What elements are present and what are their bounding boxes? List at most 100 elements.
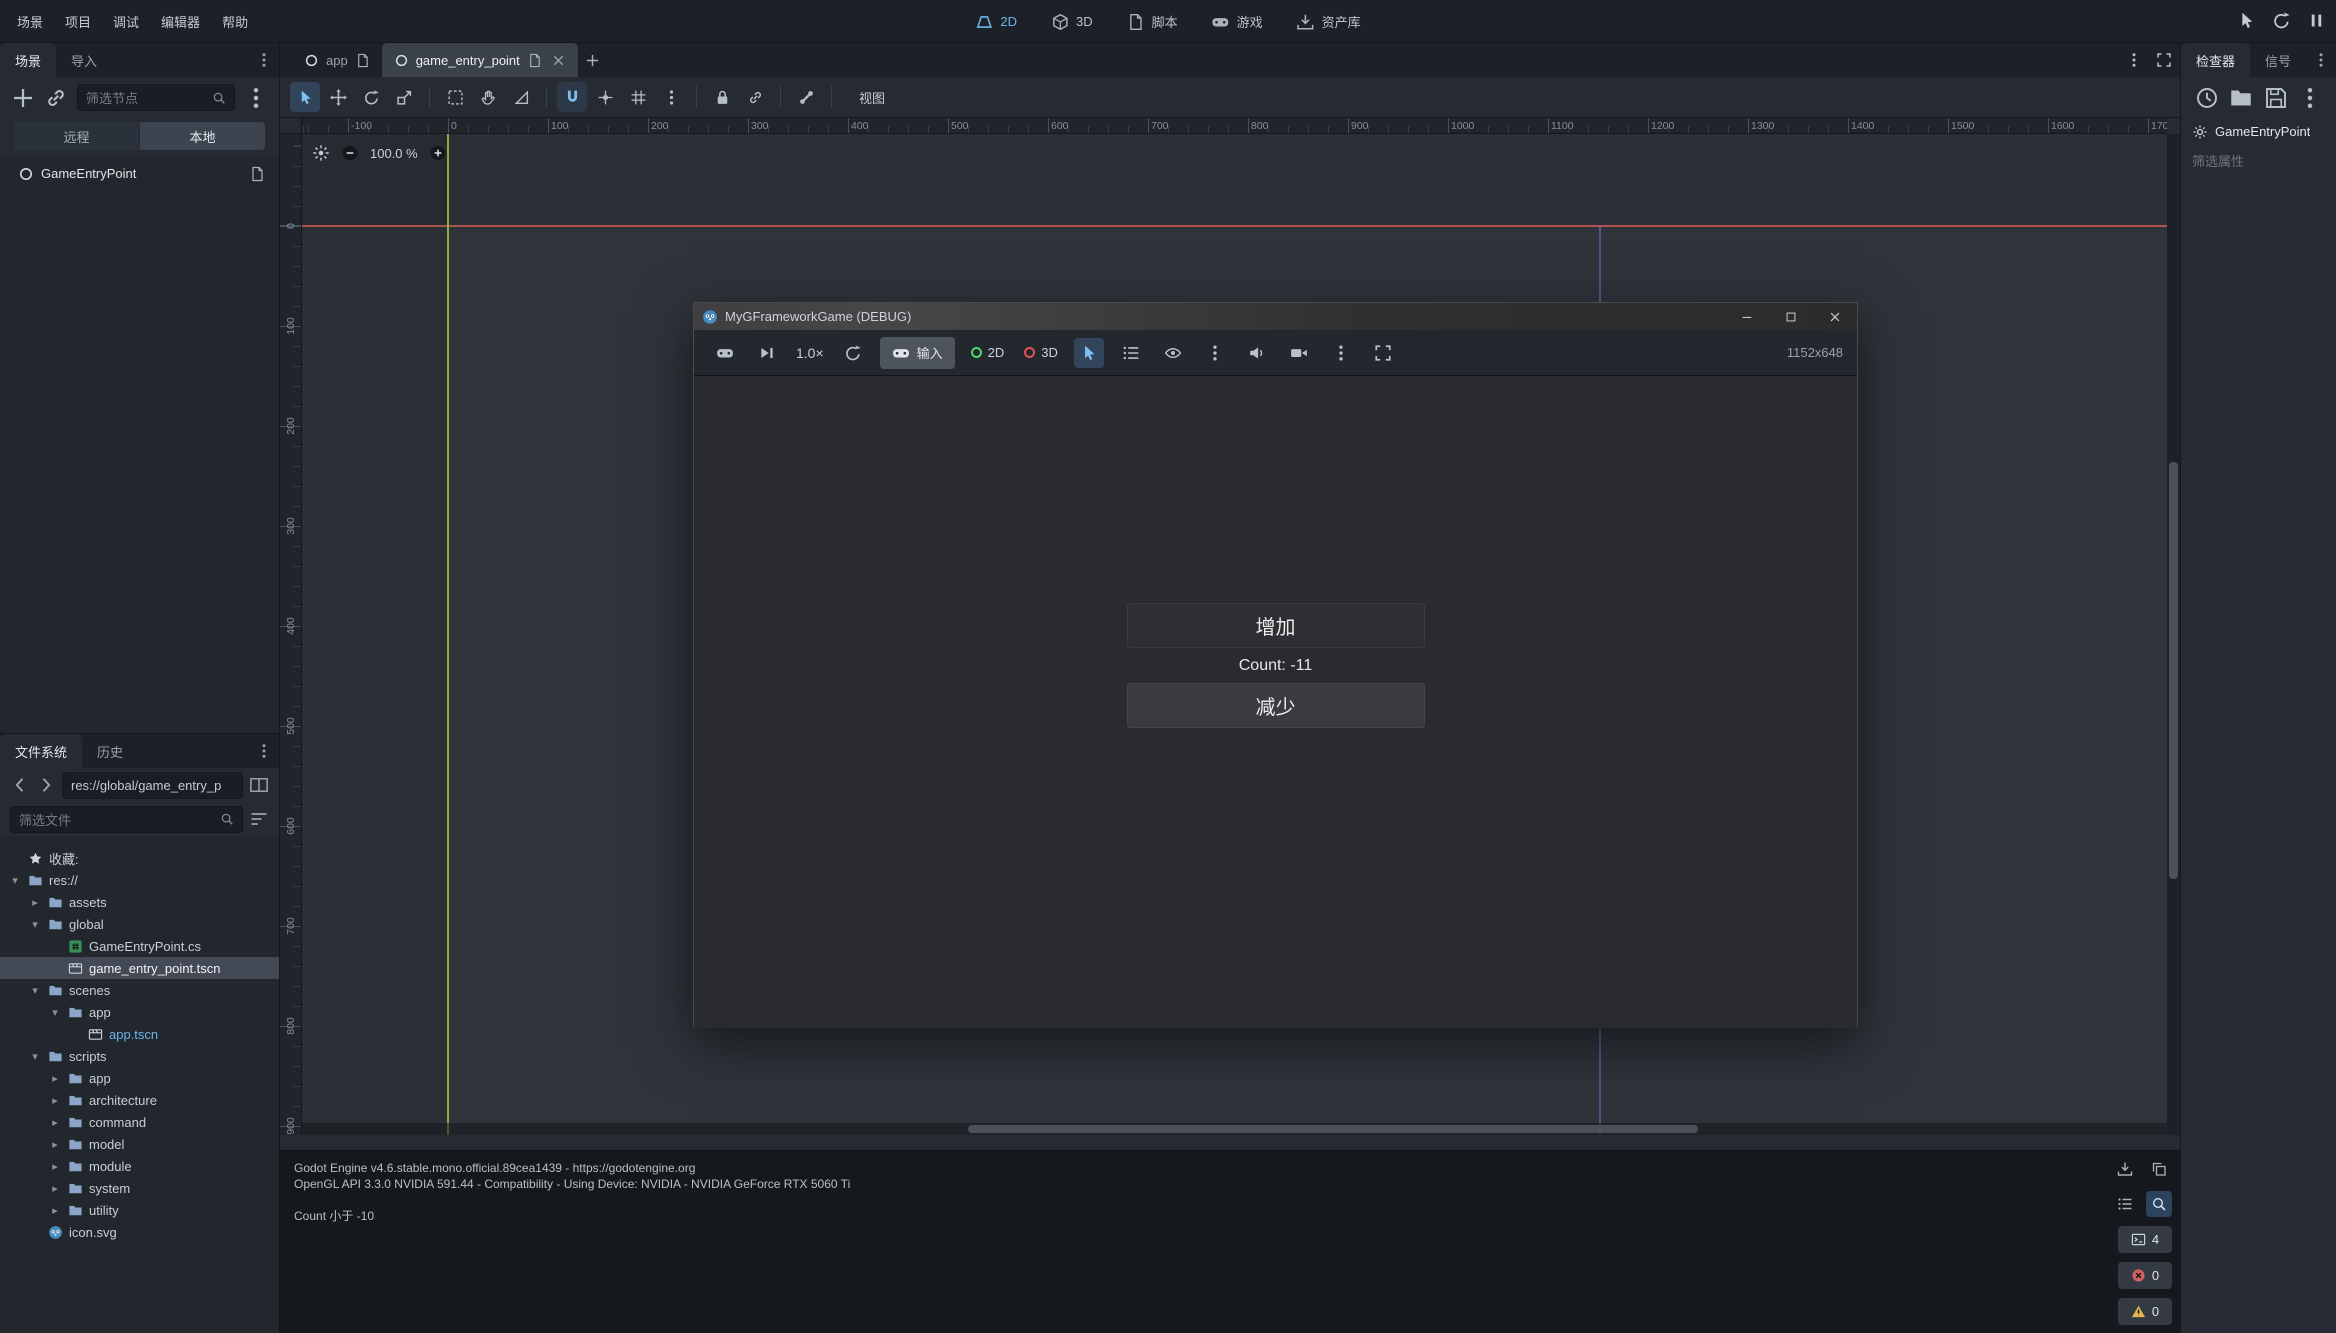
copy-log-button[interactable] — [2146, 1156, 2172, 1182]
snap-toggle[interactable] — [557, 82, 587, 112]
vertical-scrollbar[interactable] — [2167, 134, 2180, 1135]
tab-filesystem[interactable]: 文件系统 — [0, 734, 82, 768]
local-tab[interactable]: 本地 — [140, 122, 265, 150]
minimize-button[interactable] — [1725, 303, 1769, 330]
workspace-game[interactable]: 游戏 — [1199, 7, 1276, 36]
rotate-tool[interactable] — [356, 82, 386, 112]
move-tool[interactable] — [323, 82, 353, 112]
menu-help[interactable]: 帮助 — [211, 0, 259, 43]
workspace-3d[interactable]: 3D — [1038, 8, 1106, 36]
expand-arrow-icon[interactable]: ▸ — [48, 1160, 62, 1173]
hscroll-thumb[interactable] — [968, 1125, 1698, 1133]
current-path-input[interactable]: res://global/game_entry_p — [62, 772, 243, 799]
snap-options[interactable] — [656, 82, 686, 112]
fs-item-gameentrypoint-cs[interactable]: GameEntryPoint.cs — [0, 935, 279, 957]
tab-import[interactable]: 导入 — [56, 43, 112, 77]
save-resource-icon[interactable] — [2264, 86, 2288, 110]
fs-item-system[interactable]: ▸system — [0, 1177, 279, 1199]
new-scene-tab-button[interactable] — [578, 43, 608, 77]
workspace-script[interactable]: 脚本 — [1114, 7, 1191, 36]
game-window-titlebar[interactable]: MyGFrameworkGame (DEBUG) — [694, 303, 1857, 330]
split-view-icon[interactable] — [249, 775, 269, 795]
tab-game-entry-point[interactable]: game_entry_point — [382, 43, 578, 77]
game-window[interactable]: MyGFrameworkGame (DEBUG) 1.0×输入2D3D 1152… — [693, 302, 1858, 1027]
tab-history[interactable]: 历史 — [82, 734, 138, 768]
game-focus-button[interactable] — [2237, 11, 2256, 33]
inspected-node-row[interactable]: GameEntryPoint — [2181, 118, 2336, 145]
executions-badge[interactable]: 4 — [2118, 1226, 2172, 1253]
horizontal-scrollbar[interactable] — [302, 1123, 2167, 1135]
remote-tab[interactable]: 远程 — [14, 122, 139, 150]
fs-item-app[interactable]: ▸app — [0, 1067, 279, 1089]
menu-editor[interactable]: 编辑器 — [150, 0, 211, 43]
errors-badge[interactable]: 0 — [2118, 1262, 2172, 1289]
history-back-icon[interactable] — [10, 775, 30, 795]
fs-item-module[interactable]: ▸module — [0, 1155, 279, 1177]
vscroll-thumb[interactable] — [2169, 462, 2178, 879]
game-session-menu[interactable] — [710, 338, 740, 368]
increase-button[interactable]: 增加 — [1127, 603, 1425, 648]
maximize-button[interactable] — [1769, 303, 1813, 330]
decrease-button[interactable]: 减少 — [1127, 683, 1425, 728]
filter-properties-input[interactable]: 筛选属性 — [2181, 145, 2336, 176]
sort-files-icon[interactable] — [249, 809, 269, 829]
fs-item-command[interactable]: ▸command — [0, 1111, 279, 1133]
workspace-assetlib[interactable]: 资产库 — [1284, 7, 1374, 36]
tab-inspector[interactable]: 检查器 — [2181, 43, 2250, 77]
more-options[interactable] — [1200, 338, 1230, 368]
zoom-in-icon[interactable] — [429, 144, 447, 162]
workspace-2d[interactable]: 2D — [962, 8, 1030, 36]
tab-signals[interactable]: 信号 — [2250, 43, 2306, 77]
fs-item-game-entry-point-tscn[interactable]: game_entry_point.tscn — [0, 957, 279, 979]
group-node[interactable] — [740, 82, 770, 112]
load-resource-icon[interactable] — [2229, 86, 2253, 110]
fs-item-item[interactable]: 收藏: — [0, 847, 279, 869]
camera-2d-toggle[interactable]: 2D — [967, 345, 1009, 360]
input-toggle[interactable]: 输入 — [880, 337, 955, 369]
scale-tool[interactable] — [389, 82, 419, 112]
fs-item-res[interactable]: ▾res:// — [0, 869, 279, 891]
skeleton-options[interactable] — [791, 82, 821, 112]
zoom-level[interactable]: 100.0 % — [370, 146, 418, 161]
filter-files-input[interactable]: 筛选文件 — [10, 806, 243, 833]
inspector-dock-menu-icon[interactable] — [2313, 52, 2329, 68]
close-tab-icon[interactable] — [551, 53, 566, 68]
log-search-button[interactable] — [2146, 1191, 2172, 1217]
fs-item-scripts[interactable]: ▾scripts — [0, 1045, 279, 1067]
fs-item-utility[interactable]: ▸utility — [0, 1199, 279, 1221]
scene-node-gameentrypoint[interactable]: GameEntryPoint — [0, 160, 279, 187]
scene-dock-menu-icon[interactable] — [256, 52, 272, 68]
expand-arrow-icon[interactable]: ▾ — [8, 874, 22, 887]
pixel-grid-toggle[interactable] — [623, 82, 653, 112]
game-viewport[interactable]: 增加 Count: -11 减少 — [694, 376, 1857, 1028]
expand-arrow-icon[interactable]: ▸ — [28, 896, 42, 909]
camera-3d-toggle[interactable]: 3D — [1020, 345, 1062, 360]
expand-arrow-icon[interactable]: ▸ — [48, 1182, 62, 1195]
camera-override[interactable] — [1284, 338, 1314, 368]
fs-item-icon-svg[interactable]: icon.svg — [0, 1221, 279, 1243]
expand-arrow-icon[interactable]: ▾ — [48, 1006, 62, 1019]
pan-tool[interactable] — [473, 82, 503, 112]
select-tool[interactable] — [290, 82, 320, 112]
visibility-toggle[interactable] — [1158, 338, 1188, 368]
history-icon[interactable] — [2195, 86, 2219, 110]
inspector-more-icon[interactable] — [2298, 86, 2322, 110]
embed-fullscreen[interactable] — [1368, 338, 1398, 368]
box-select-tool[interactable] — [440, 82, 470, 112]
filter-nodes-input[interactable]: 筛选节点 — [77, 84, 235, 111]
tab-app[interactable]: app — [292, 43, 382, 77]
next-frame[interactable] — [752, 338, 782, 368]
fs-item-app[interactable]: ▾app — [0, 1001, 279, 1023]
tab-scene[interactable]: 场景 — [0, 43, 56, 77]
fs-item-global[interactable]: ▾global — [0, 913, 279, 935]
lock-node[interactable] — [707, 82, 737, 112]
history-forward-icon[interactable] — [36, 775, 56, 795]
pause-game-button[interactable] — [2307, 11, 2326, 33]
instance-scene-icon[interactable] — [44, 86, 68, 110]
fs-item-architecture[interactable]: ▸architecture — [0, 1089, 279, 1111]
expand-arrow-icon[interactable]: ▸ — [48, 1204, 62, 1217]
expand-arrow-icon[interactable]: ▸ — [48, 1116, 62, 1129]
restart-button[interactable] — [838, 338, 868, 368]
expand-arrow-icon[interactable]: ▾ — [28, 1050, 42, 1063]
more-options-2[interactable] — [1326, 338, 1356, 368]
